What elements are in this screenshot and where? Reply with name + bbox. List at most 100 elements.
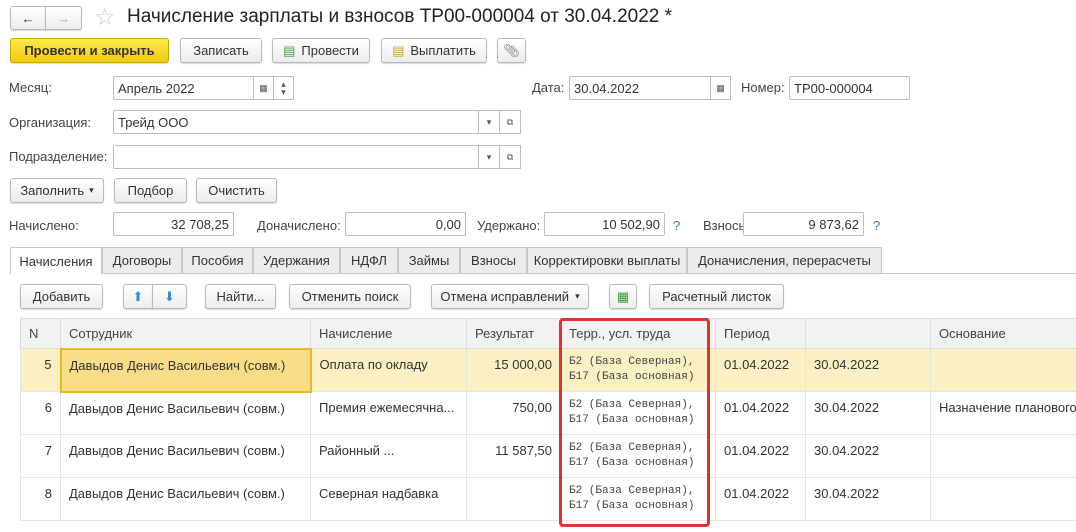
- period-end-cell[interactable]: 30.04.2022: [805, 434, 931, 478]
- move-down-button[interactable]: ⬇︎: [152, 284, 187, 309]
- period-end-cell[interactable]: 30.04.2022: [805, 477, 931, 521]
- tab-contracts[interactable]: Договоры: [102, 247, 182, 273]
- tab-recalculations[interactable]: Доначисления, перерасчеты: [687, 247, 882, 273]
- row-number[interactable]: 6: [20, 391, 61, 435]
- withheld-field: 10 502,90: [544, 212, 665, 236]
- clear-button[interactable]: Очистить: [196, 178, 277, 203]
- tab-payment-corrections[interactable]: Корректировки выплаты: [527, 247, 687, 273]
- org-dropdown-icon[interactable]: ▾: [478, 110, 500, 134]
- tab-contributions[interactable]: Взносы: [460, 247, 527, 273]
- add-columns-button[interactable]: ▦: [609, 284, 637, 309]
- dept-dropdown-icon[interactable]: ▾: [478, 145, 500, 169]
- col-n[interactable]: N: [20, 318, 61, 349]
- withheld-label: Удержано:: [477, 218, 541, 233]
- month-spinner[interactable]: ▴ ▾: [273, 76, 294, 100]
- col-employee[interactable]: Сотрудник: [60, 318, 311, 349]
- basis-cell[interactable]: [930, 434, 1076, 478]
- post-and-close-button[interactable]: Провести и закрыть: [10, 38, 169, 63]
- period-start-cell[interactable]: 01.04.2022: [715, 348, 806, 392]
- cancel-fix-label: Отмена исправлений: [440, 289, 570, 304]
- tab-benefits[interactable]: Пособия: [182, 247, 253, 273]
- col-period-end[interactable]: [805, 318, 931, 349]
- employee-cell[interactable]: Давыдов Денис Васильевич (совм.): [60, 391, 311, 435]
- col-territory[interactable]: Терр., усл. труда: [560, 318, 716, 349]
- table-row[interactable]: 6 Давыдов Денис Васильевич (совм.) Премия …: [20, 391, 1076, 435]
- result-cell[interactable]: 11 587,50: [466, 434, 561, 478]
- period-start-cell[interactable]: 01.04.2022: [715, 434, 806, 478]
- find-button[interactable]: Найти...: [205, 284, 276, 309]
- calendar-icon[interactable]: ▦: [253, 76, 274, 100]
- save-button[interactable]: Записать: [180, 38, 262, 63]
- org-label: Организация:: [9, 115, 92, 130]
- basis-cell[interactable]: [930, 477, 1076, 521]
- date-calendar-icon[interactable]: ▦: [710, 76, 731, 100]
- tab-accruals[interactable]: Начисления: [10, 247, 102, 274]
- accrual-cell[interactable]: Северная надбавка: [310, 477, 467, 521]
- table-row[interactable]: 5 Давыдов Денис Васильевич (совм.) Оплата …: [20, 347, 1076, 393]
- back-button[interactable]: ←: [10, 6, 46, 30]
- post-doc-icon: ▤: [283, 42, 296, 58]
- attach-button[interactable]: 📎︎: [497, 38, 526, 63]
- period-start-cell[interactable]: 01.04.2022: [715, 391, 806, 435]
- accrual-cell[interactable]: Премия ежемесячна...: [310, 391, 467, 435]
- row-number[interactable]: 7: [20, 434, 61, 478]
- result-cell[interactable]: [466, 477, 561, 521]
- withheld-help-icon[interactable]: ?: [673, 218, 680, 233]
- territory-line: Б17 (База основная): [569, 457, 695, 469]
- period-start-cell[interactable]: 01.04.2022: [715, 477, 806, 521]
- dept-open-icon[interactable]: ⧉: [499, 145, 521, 169]
- employee-cell[interactable]: Давыдов Денис Васильевич (совм.): [60, 477, 311, 521]
- territory-line: Б17 (База основная): [569, 371, 695, 383]
- add-button[interactable]: Добавить: [20, 284, 103, 309]
- extra-label: Доначислено:: [257, 218, 341, 233]
- col-accrual[interactable]: Начисление: [310, 318, 467, 349]
- fill-button[interactable]: Заполнить ▾: [10, 178, 104, 203]
- move-up-button[interactable]: ⬆︎: [123, 284, 153, 309]
- dept-input[interactable]: [113, 145, 479, 169]
- col-period[interactable]: Период: [715, 318, 806, 349]
- org-input[interactable]: Трейд ООО: [113, 110, 479, 134]
- tab-loans[interactable]: Займы: [398, 247, 460, 273]
- org-open-icon[interactable]: ⧉: [499, 110, 521, 134]
- employee-cell[interactable]: Давыдов Денис Васильевич (совм.): [60, 434, 311, 478]
- accrual-cell[interactable]: Районный ...: [310, 434, 467, 478]
- cancel-fix-button[interactable]: Отмена исправлений ▾: [431, 284, 589, 309]
- result-cell[interactable]: 15 000,00: [466, 348, 561, 392]
- result-cell[interactable]: 750,00: [466, 391, 561, 435]
- arrow-down-icon: ⬇︎: [164, 288, 175, 304]
- month-input[interactable]: Апрель 2022: [113, 76, 254, 100]
- period-end-cell[interactable]: 30.04.2022: [805, 348, 931, 392]
- select-button[interactable]: Подбор: [114, 178, 187, 203]
- fill-label: Заполнить: [20, 183, 85, 198]
- date-input[interactable]: 30.04.2022: [569, 76, 711, 100]
- contrib-help-icon[interactable]: ?: [873, 218, 880, 233]
- table-row[interactable]: 8 Давыдов Денис Васильевич (совм.) Северна…: [20, 477, 1076, 521]
- cancel-search-button[interactable]: Отменить поиск: [289, 284, 411, 309]
- post-label: Провести: [301, 43, 359, 58]
- basis-cell[interactable]: [930, 348, 1076, 392]
- row-number[interactable]: 8: [20, 477, 61, 521]
- tab-deductions[interactable]: Удержания: [253, 247, 340, 273]
- tab-ndfl[interactable]: НДФЛ: [340, 247, 398, 273]
- extra-field: 0,00: [345, 212, 466, 236]
- pay-button[interactable]: ▤ Выплатить: [381, 38, 487, 63]
- territory-cell[interactable]: Б2 (База Северная), Б17 (База основная): [560, 434, 716, 478]
- period-end-cell[interactable]: 30.04.2022: [805, 391, 931, 435]
- col-result[interactable]: Результат: [466, 318, 561, 349]
- post-button[interactable]: ▤ Провести: [272, 38, 370, 63]
- payslip-button[interactable]: Расчетный листок: [649, 284, 784, 309]
- territory-line: Б2 (База Северная),: [569, 356, 695, 368]
- basis-cell[interactable]: Назначение планового: [930, 391, 1076, 435]
- row-number[interactable]: 5: [20, 348, 61, 392]
- pay-coins-icon: ▤: [392, 42, 405, 58]
- employee-cell[interactable]: Давыдов Денис Васильевич (совм.): [59, 347, 312, 393]
- territory-cell[interactable]: Б2 (База Северная), Б17 (База основная): [560, 348, 716, 392]
- table-row[interactable]: 7 Давыдов Денис Васильевич (совм.) Районны…: [20, 434, 1076, 478]
- forward-button[interactable]: →: [45, 6, 82, 30]
- territory-cell[interactable]: Б2 (База Северная), Б17 (База основная): [560, 391, 716, 435]
- favorite-star-icon[interactable]: ☆: [94, 3, 116, 32]
- number-input[interactable]: ТР00-000004: [789, 76, 910, 100]
- col-basis[interactable]: Основание: [930, 318, 1076, 349]
- accrual-cell[interactable]: Оплата по окладу: [310, 348, 467, 392]
- territory-cell[interactable]: Б2 (База Северная), Б17 (База основная): [560, 477, 716, 521]
